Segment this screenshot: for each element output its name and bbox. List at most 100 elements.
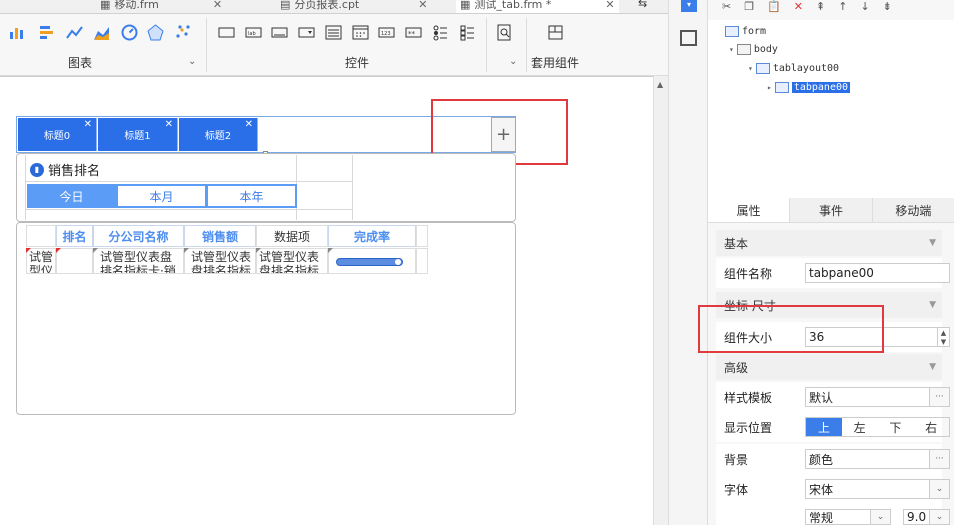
line-chart-icon[interactable] xyxy=(66,24,83,41)
segment-today[interactable]: 今日 xyxy=(27,184,116,208)
table-cell[interactable]: 试管型仪表盘排名指标 xyxy=(256,248,328,274)
table-header-data[interactable]: 数据项 xyxy=(256,225,328,247)
expand-icon[interactable]: ▾ xyxy=(729,45,734,54)
file-tab-1[interactable]: ▤ 分页报表.cpt ✕ xyxy=(280,0,427,13)
chevron-down-icon[interactable]: ▼ xyxy=(929,300,936,310)
expand-icon[interactable]: ▾ xyxy=(748,64,753,73)
widget-group-label: 控件 xyxy=(345,56,370,70)
table-cell[interactable] xyxy=(416,248,428,274)
pin-icon[interactable]: ⇆ xyxy=(638,0,647,10)
close-icon[interactable]: ✕ xyxy=(418,0,427,11)
background-select[interactable]: 颜色 ··· xyxy=(805,449,950,469)
close-icon[interactable]: ✕ xyxy=(605,0,614,11)
ribbon-divider xyxy=(206,18,207,72)
table-cell[interactable] xyxy=(56,248,93,274)
area-chart-icon[interactable] xyxy=(93,24,110,41)
label-widget-icon[interactable] xyxy=(218,24,235,41)
button-widget-icon[interactable] xyxy=(271,24,288,41)
position-right[interactable]: 右 xyxy=(913,418,949,436)
table-cell[interactable]: 试管型仪表盘排名指标卡·销 xyxy=(93,248,184,274)
close-icon[interactable]: ✕ xyxy=(84,119,92,130)
gauge-chart-icon[interactable] xyxy=(121,24,138,41)
tab-title-1[interactable]: 标题1 ✕ xyxy=(98,118,178,151)
tree-node-label: form xyxy=(742,26,767,37)
text-widget-icon[interactable]: lab xyxy=(245,24,262,41)
close-icon[interactable]: ✕ xyxy=(165,119,173,130)
copy-icon[interactable]: ❐ xyxy=(744,0,754,13)
chevron-down-icon[interactable]: ⌄ xyxy=(188,56,196,67)
tab-events[interactable]: 事件 xyxy=(789,198,871,222)
section-advanced[interactable]: 高级 ▼ xyxy=(716,354,942,380)
section-basic[interactable]: 基本 ▼ xyxy=(716,230,942,256)
close-icon[interactable]: ✕ xyxy=(213,0,222,11)
tab-title-0[interactable]: 标题0 ✕ xyxy=(18,118,97,151)
delete-icon[interactable]: ✕ xyxy=(794,0,803,13)
prop-row-position: 显示位置 上 左 下 右 xyxy=(716,412,950,442)
tree-node-body[interactable]: ▾ body xyxy=(729,44,778,55)
tree-node-tablayout[interactable]: ▾ tablayout00 xyxy=(748,63,839,74)
segment-month[interactable]: 本月 xyxy=(116,184,207,208)
font-style-select[interactable]: 常规 ⌄ xyxy=(805,509,891,525)
scroll-up-icon[interactable]: ▲ xyxy=(657,80,663,89)
file-tab-0[interactable]: ▦ 移动.frm ✕ xyxy=(100,0,222,13)
font-size-select[interactable]: 9.0 ⌄ xyxy=(903,509,950,525)
file-tab-2[interactable]: ▦ 测试_tab.frm * ✕ xyxy=(456,0,619,13)
template-widget-icon[interactable] xyxy=(547,24,564,41)
font-family-select[interactable]: 宋体 ⌄ xyxy=(805,479,950,499)
tab-title-2[interactable]: 标题2 ✕ xyxy=(179,118,258,151)
position-top[interactable]: 上 xyxy=(806,418,842,436)
canvas-scrollbar[interactable]: ▲ xyxy=(653,76,668,525)
chevron-down-icon[interactable]: ⌄ xyxy=(870,510,890,524)
widget-panel-icon[interactable]: ▾ xyxy=(681,0,697,12)
password-widget-icon[interactable]: ** xyxy=(405,24,422,41)
position-left[interactable]: 左 xyxy=(842,418,878,436)
table-header-completion[interactable]: 完成率 xyxy=(328,225,416,247)
segment-year[interactable]: 本年 xyxy=(206,184,297,208)
chevron-down-icon[interactable]: ⌄ xyxy=(929,510,949,524)
file-tab-label: 测试_tab.frm * xyxy=(474,0,552,11)
position-bottom[interactable]: 下 xyxy=(878,418,914,436)
checkbox-group-icon[interactable] xyxy=(459,24,476,41)
style-template-select[interactable]: 默认 ··· xyxy=(805,387,950,407)
cut-icon[interactable]: ✂ xyxy=(722,0,731,13)
cell-marker-icon xyxy=(56,248,61,253)
date-widget-icon[interactable] xyxy=(352,24,369,41)
bar-chart-icon[interactable] xyxy=(38,24,55,41)
dropdown-widget-icon[interactable] xyxy=(298,24,315,41)
table-header-rank[interactable]: 排名 xyxy=(56,225,93,247)
more-icon[interactable]: ··· xyxy=(929,388,949,406)
listbox-widget-icon[interactable] xyxy=(325,24,342,41)
chevron-down-icon[interactable]: ▼ xyxy=(929,362,936,372)
close-icon[interactable]: ✕ xyxy=(245,119,253,130)
number-widget-icon[interactable]: 123 xyxy=(378,24,395,41)
move-bottom-icon[interactable]: ⇟ xyxy=(883,0,892,13)
radio-group-icon[interactable] xyxy=(432,24,449,41)
chevron-right-icon[interactable]: ▸ xyxy=(767,83,772,92)
stepper-arrows-icon[interactable]: ▲ ▼ xyxy=(937,328,949,346)
move-top-icon[interactable]: ⇞ xyxy=(816,0,825,13)
grid-line xyxy=(25,209,352,210)
table-header-sales[interactable]: 销售额 xyxy=(184,225,256,247)
more-icon[interactable]: ··· xyxy=(929,450,949,468)
tree-node-tabpane[interactable]: ▸ tabpane00 xyxy=(767,82,851,93)
prop-row-font: 字体 宋体 ⌄ xyxy=(716,474,950,504)
paste-icon[interactable]: 📋 xyxy=(767,0,781,13)
header-label: 销售额 xyxy=(201,229,238,244)
chevron-down-icon[interactable]: ⌄ xyxy=(929,480,949,498)
chevron-down-icon[interactable]: ▼ xyxy=(929,238,936,248)
component-name-input[interactable]: tabpane00 xyxy=(805,263,950,283)
scatter-chart-icon[interactable] xyxy=(174,24,191,41)
tab-mobile[interactable]: 移动端 xyxy=(871,198,954,222)
prop-label: 背景 xyxy=(724,452,749,467)
query-widget-icon[interactable] xyxy=(496,24,513,41)
tree-node-form[interactable]: form xyxy=(725,26,766,37)
chevron-down-icon[interactable]: ⌄ xyxy=(509,56,517,67)
radar-chart-icon[interactable] xyxy=(147,24,164,41)
table-cell[interactable]: 试管型仪表盘排名指标 xyxy=(184,248,256,274)
tab-properties[interactable]: 属性 xyxy=(708,198,790,222)
table-header-branch[interactable]: 分公司名称 xyxy=(93,225,184,247)
layout-panel-icon[interactable] xyxy=(680,30,697,46)
move-up-icon[interactable]: ↑ xyxy=(838,0,847,13)
column-chart-icon[interactable] xyxy=(8,24,25,41)
move-down-icon[interactable]: ↓ xyxy=(860,0,869,13)
